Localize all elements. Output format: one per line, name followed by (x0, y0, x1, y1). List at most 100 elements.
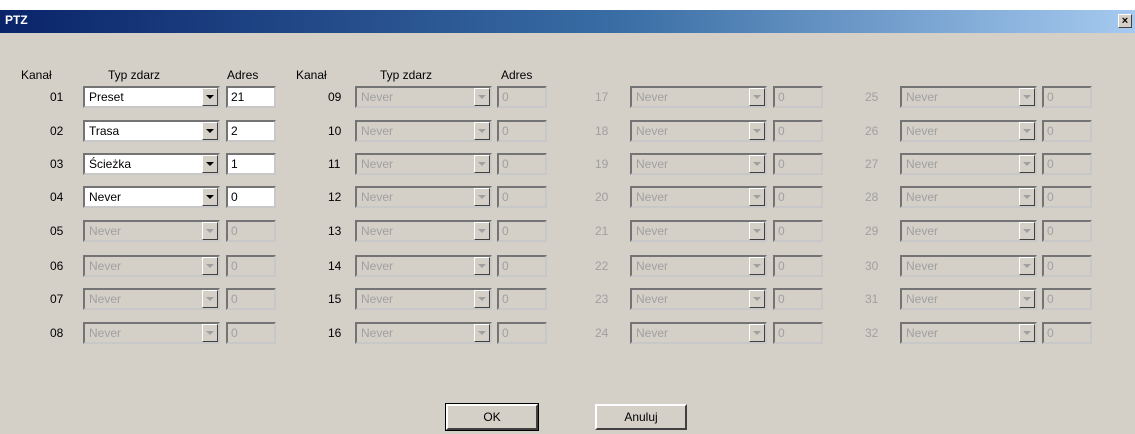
chevron-down-icon[interactable] (749, 155, 765, 173)
chevron-down-icon[interactable] (202, 290, 218, 308)
chevron-down-icon[interactable] (749, 88, 765, 106)
chevron-down-icon[interactable] (749, 188, 765, 206)
chevron-down-icon[interactable] (1019, 257, 1035, 275)
address-input[interactable]: 1 (226, 153, 276, 175)
chevron-down-icon[interactable] (202, 257, 218, 275)
event-type-select[interactable]: Never (900, 288, 1037, 310)
address-input[interactable]: 0 (773, 86, 823, 108)
event-type-select[interactable]: Never (900, 120, 1037, 142)
address-input[interactable]: 0 (1042, 288, 1092, 310)
event-type-select[interactable]: Preset (83, 86, 220, 108)
event-type-value: Never (906, 157, 939, 171)
chevron-down-icon[interactable] (474, 257, 490, 275)
event-type-select[interactable]: Never (83, 186, 220, 208)
chevron-down-icon[interactable] (1019, 88, 1035, 106)
chevron-down-icon[interactable] (1019, 290, 1035, 308)
address-input[interactable]: 0 (226, 186, 276, 208)
address-input[interactable]: 0 (1042, 255, 1092, 277)
address-input[interactable]: 0 (497, 220, 547, 242)
event-type-select[interactable]: Never (630, 153, 767, 175)
address-input[interactable]: 0 (226, 322, 276, 344)
address-input[interactable]: 0 (1042, 186, 1092, 208)
event-type-select[interactable]: Ścieżka (83, 153, 220, 175)
chevron-down-icon[interactable] (1019, 188, 1035, 206)
address-input[interactable]: 0 (497, 186, 547, 208)
event-type-select[interactable]: Trasa (83, 120, 220, 142)
chevron-down-icon[interactable] (474, 122, 490, 140)
chevron-down-icon[interactable] (474, 324, 490, 342)
chevron-down-icon[interactable] (749, 222, 765, 240)
address-input[interactable]: 0 (497, 86, 547, 108)
address-input[interactable]: 0 (497, 288, 547, 310)
address-input[interactable]: 0 (497, 255, 547, 277)
chevron-down-icon[interactable] (749, 257, 765, 275)
event-type-select[interactable]: Never (355, 186, 492, 208)
event-type-select[interactable]: Never (83, 220, 220, 242)
address-input[interactable]: 0 (1042, 153, 1092, 175)
address-input[interactable]: 0 (497, 322, 547, 344)
ok-button[interactable]: OK (445, 403, 539, 431)
address-input[interactable]: 2 (226, 120, 276, 142)
address-input[interactable]: 0 (497, 153, 547, 175)
address-input[interactable]: 0 (773, 220, 823, 242)
address-input[interactable]: 0 (497, 120, 547, 142)
address-input[interactable]: 0 (226, 220, 276, 242)
address-input[interactable]: 0 (773, 153, 823, 175)
address-input[interactable]: 0 (773, 322, 823, 344)
event-type-select[interactable]: Never (900, 322, 1037, 344)
address-input[interactable]: 0 (226, 288, 276, 310)
address-input[interactable]: 0 (1042, 86, 1092, 108)
address-input[interactable]: 0 (773, 255, 823, 277)
address-input[interactable]: 0 (773, 120, 823, 142)
event-type-select[interactable]: Never (900, 220, 1037, 242)
event-type-select[interactable]: Never (630, 86, 767, 108)
close-button[interactable]: × (1118, 14, 1132, 28)
event-type-select[interactable]: Never (630, 322, 767, 344)
chevron-down-icon[interactable] (474, 155, 490, 173)
event-type-select[interactable]: Never (630, 255, 767, 277)
chevron-down-icon[interactable] (1019, 155, 1035, 173)
chevron-down-icon[interactable] (202, 88, 218, 106)
address-input[interactable]: 0 (773, 288, 823, 310)
chevron-down-icon[interactable] (202, 188, 218, 206)
event-type-select[interactable]: Never (900, 153, 1037, 175)
event-type-select[interactable]: Never (355, 120, 492, 142)
chevron-down-icon[interactable] (1019, 122, 1035, 140)
event-type-select[interactable]: Never (900, 186, 1037, 208)
event-type-select[interactable]: Never (900, 255, 1037, 277)
event-type-select[interactable]: Never (355, 288, 492, 310)
chevron-down-icon[interactable] (202, 155, 218, 173)
address-input[interactable]: 0 (773, 186, 823, 208)
event-type-select[interactable]: Never (630, 120, 767, 142)
chevron-down-icon[interactable] (1019, 222, 1035, 240)
chevron-down-icon[interactable] (474, 188, 490, 206)
event-type-select[interactable]: Never (83, 322, 220, 344)
event-type-select[interactable]: Never (630, 288, 767, 310)
chevron-down-icon[interactable] (202, 122, 218, 140)
chevron-down-icon[interactable] (474, 290, 490, 308)
address-input[interactable]: 0 (1042, 322, 1092, 344)
chevron-down-icon[interactable] (474, 88, 490, 106)
address-input[interactable]: 0 (1042, 220, 1092, 242)
event-type-select[interactable]: Never (630, 186, 767, 208)
event-type-select[interactable]: Never (83, 288, 220, 310)
chevron-down-icon[interactable] (202, 324, 218, 342)
chevron-down-icon[interactable] (1019, 324, 1035, 342)
event-type-select[interactable]: Never (355, 86, 492, 108)
event-type-select[interactable]: Never (355, 255, 492, 277)
chevron-down-icon[interactable] (749, 290, 765, 308)
event-type-select[interactable]: Never (900, 86, 1037, 108)
address-input[interactable]: 0 (1042, 120, 1092, 142)
address-input[interactable]: 21 (226, 86, 276, 108)
event-type-select[interactable]: Never (355, 220, 492, 242)
event-type-select[interactable]: Never (630, 220, 767, 242)
event-type-select[interactable]: Never (355, 153, 492, 175)
chevron-down-icon[interactable] (202, 222, 218, 240)
event-type-select[interactable]: Never (83, 255, 220, 277)
chevron-down-icon[interactable] (749, 324, 765, 342)
cancel-button[interactable]: Anuluj (595, 404, 687, 430)
event-type-select[interactable]: Never (355, 322, 492, 344)
chevron-down-icon[interactable] (749, 122, 765, 140)
chevron-down-icon[interactable] (474, 222, 490, 240)
address-input[interactable]: 0 (226, 255, 276, 277)
